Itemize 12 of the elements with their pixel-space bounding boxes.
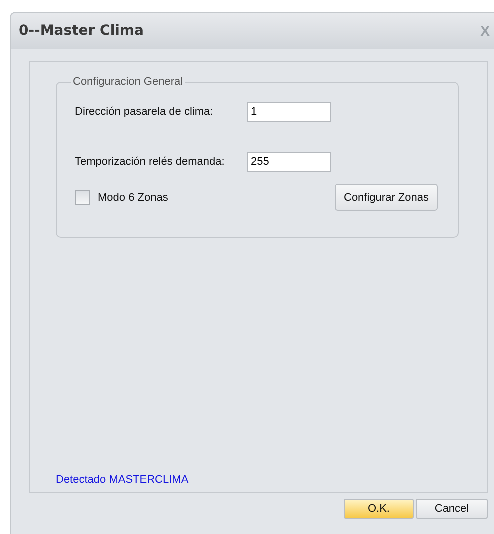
cancel-button[interactable]: Cancel <box>416 499 488 519</box>
field-label: Temporización relés demanda: <box>75 156 226 168</box>
checkbox[interactable] <box>75 190 90 205</box>
group-title: Configuracion General <box>72 76 184 88</box>
window-title: 0--Master Clima <box>19 23 144 39</box>
configure-zones-button[interactable]: Configurar Zonas <box>335 184 438 211</box>
field-label: Dirección pasarela de clima: <box>75 106 214 118</box>
ok-button[interactable]: O.K. <box>344 499 414 519</box>
checkbox-label: Modo 6 Zonas <box>98 192 168 204</box>
input-field[interactable]: 255 <box>247 152 331 172</box>
input-field[interactable]: 1 <box>247 102 331 122</box>
status-text: Detectado MASTERCLIMA <box>56 474 190 486</box>
